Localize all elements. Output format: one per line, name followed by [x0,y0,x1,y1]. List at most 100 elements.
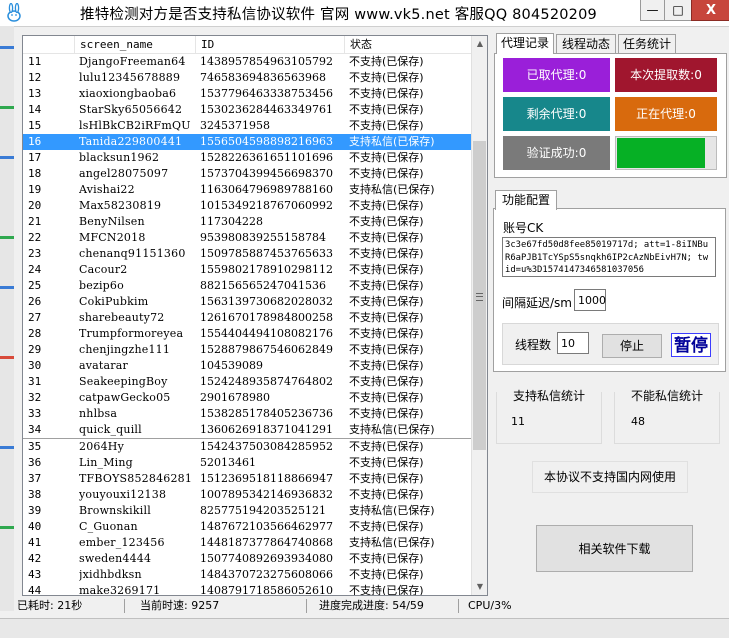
row-id: 1528226361651101696 [200,151,333,164]
table-row[interactable]: 17 blacksun1962 1528226361651101696 不支持(已保存… [23,150,471,166]
row-screen-name: SeakeepingBoy [79,375,168,388]
table-row[interactable]: 42 sweden4444 1507740892693934080 不支持(已保存) [23,551,471,567]
table-row[interactable]: 43 jxidhbdksn 1484370723275608066 不支持(已保存) [23,567,471,583]
table-row[interactable]: 22 MFCN2018 953980839255158784 不支持(已保存) [23,230,471,246]
table-row[interactable]: 24 Cacour2 1559802178910298112 不支持(已保存) [23,262,471,278]
taskbar-edge [0,618,729,638]
results-table[interactable]: screen_name ID 状态 11 DjangoFreeman64 14389… [22,35,488,596]
row-number: 37 [28,472,42,485]
row-number: 22 [28,231,42,244]
support-stat-title: 支持私信统计 [497,387,601,404]
table-row[interactable]: 39 Brownskikill 825775194203525121 支持私信(已保存… [23,503,471,519]
table-row[interactable]: 26 CokiPubkim 1563139730682028032 不支持(已保存) [23,294,471,310]
table-row[interactable]: 40 C_Guonan 1487672103566462977 不支持(已保存) [23,519,471,535]
row-status: 不支持(已保存) [349,327,424,340]
minimize-button[interactable]: — [640,0,665,21]
download-related-software-button[interactable]: 相关软件下载 [536,525,693,572]
nosupport-stat-title: 不能私信统计 [615,387,719,404]
table-row[interactable]: 29 chenjingzhe111 1528879867546062849 不支持(已… [23,342,471,358]
scroll-down-arrow-icon[interactable]: ▼ [472,579,487,595]
table-row[interactable]: 23 chenanq91151360 1509785887453765633 不支持(… [23,246,471,262]
column-header-id[interactable]: ID [195,36,344,53]
table-row[interactable]: 35 2064Hy 1542437503084285952 不支持(已保存) [23,438,471,455]
table-row[interactable]: 36 Lin_Ming 52013461 不支持(已保存) [23,455,471,471]
row-id: 1524248935874764802 [200,375,333,388]
thread-count-input[interactable]: 10 [557,332,589,354]
background-window-strip [0,26,14,611]
table-row[interactable]: 25 bezip6o 882156565247041536 不支持(已保存) [23,278,471,294]
table-row[interactable]: 15 lsHlBkCB2iRFmQU 3245371958 不支持(已保存) [23,118,471,134]
row-status: 不支持(已保存) [349,472,424,485]
row-status: 不支持(已保存) [349,247,424,260]
row-status: 不支持(已保存) [349,119,424,132]
maximize-icon: □ [672,3,684,17]
pause-button[interactable]: 暂停 [671,333,711,357]
row-number: 21 [28,215,42,228]
row-id: 1484370723275608066 [200,568,333,581]
table-row[interactable]: 14 StarSky65056642 1530236284463349761 不支持(… [23,102,471,118]
close-icon: X [705,2,717,18]
row-number: 35 [28,440,42,453]
table-row[interactable]: 32 catpawGecko05 2901678980 不支持(已保存) [23,390,471,406]
row-screen-name: Brownskikill [79,504,151,517]
row-status: 不支持(已保存) [349,215,424,228]
row-status: 不支持(已保存) [349,199,424,212]
row-id: 52013461 [200,456,256,469]
row-screen-name: MFCN2018 [79,231,146,244]
table-row[interactable]: 37 TFBOYS852846281 1512369518118866947 不支持(… [23,471,471,487]
row-status: 不支持(已保存) [349,295,424,308]
table-row[interactable]: 18 angel28075097 1573704399456698370 不支持(已保… [23,166,471,182]
row-screen-name: Trumpformoreyea [79,327,184,340]
row-status: 不支持(已保存) [349,263,424,276]
table-row[interactable]: 30 avatarar 104539089 不支持(已保存) [23,358,471,374]
tab-function-config[interactable]: 功能配置 [495,190,557,210]
table-row[interactable]: 33 nhlbsa 1538285178405236736 不支持(已保存) [23,406,471,422]
row-screen-name: blacksun1962 [79,151,160,164]
cookie-input[interactable]: 3c3e67fd50d8fee85019717d; att=1-8iINBuR6… [502,237,716,277]
row-id: 1559802178910298112 [200,263,333,276]
row-id: 1007895342146936832 [200,488,333,501]
table-row[interactable]: 41 ember_123456 1448187377864740868 支持私信(已保… [23,535,471,551]
table-row[interactable]: 38 youyouxi12138 1007895342146936832 不支持(已保… [23,487,471,503]
table-row[interactable]: 19 Avishai22 1163064796989788160 支持私信(已保存) [23,182,471,198]
column-header-status[interactable]: 状态 [344,36,472,53]
table-row[interactable]: 31 SeakeepingBoy 1524248935874764802 不支持(已保… [23,374,471,390]
row-number: 33 [28,407,42,420]
scroll-thumb[interactable] [473,141,486,450]
nosupport-stat-box: 不能私信统计 48 [614,387,720,444]
row-status: 不支持(已保存) [349,568,424,581]
table-row[interactable]: 13 xiaoxiongbaoba6 1537796463338753456 不支持(… [23,86,471,102]
table-row[interactable]: 21 BenyNilsen 117304228 不支持(已保存) [23,214,471,230]
row-id: 1556504598898216963 [200,135,333,148]
table-row[interactable]: 44 make3269171 1408791718586052610 不支持(已保存) [23,583,471,595]
function-config-panel: 账号CK 3c3e67fd50d8fee85019717d; att=1-8iI… [493,208,726,372]
table-row[interactable]: 11 DjangoFreeman64 1438957854963105792 不支持(… [23,54,471,70]
column-header-no[interactable] [23,36,73,53]
row-status: 不支持(已保存) [349,311,424,324]
grip-icon [476,293,483,301]
proxy-record-panel: 已取代理:0 本次提取数:0 剩余代理:0 正在代理:0 验证成功:0 [494,53,727,178]
interval-input[interactable]: 1000 [574,289,606,311]
row-screen-name: Max58230819 [79,199,162,212]
title-bar: 推特检测对方是否支持私信协议软件 官网 www.vk5.net 客服QQ 804… [0,0,729,27]
row-status: 支持私信(已保存) [349,183,435,196]
table-scrollbar[interactable]: ▲ ▼ [471,36,487,595]
close-button[interactable]: X [691,0,729,21]
stop-button[interactable]: 停止 [602,334,662,358]
table-row[interactable]: 16 Tanida229800441 1556504598898216963 支持私信… [23,134,471,150]
table-row[interactable]: 28 Trumpformoreyea 1554404494108082176 不支持(… [23,326,471,342]
row-status: 不支持(已保存) [349,279,424,292]
tab-proxy-record[interactable]: 代理记录 [496,33,554,54]
scroll-up-arrow-icon[interactable]: ▲ [472,36,487,52]
tab-thread-activity[interactable]: 线程动态 [556,34,616,53]
maximize-button[interactable]: □ [664,0,692,21]
table-row[interactable]: 34 quick_quill 1360626918371041291 支持私信(已保存… [23,422,471,438]
tab-task-stats[interactable]: 任务统计 [618,34,676,53]
row-number: 20 [28,199,42,212]
column-header-screen-name[interactable]: screen_name [74,36,196,53]
table-row[interactable]: 12 lulu12345678889 746583694836563968 不支持(已… [23,70,471,86]
table-row[interactable]: 20 Max58230819 1015349218767060992 不支持(已保存) [23,198,471,214]
support-stat-box: 支持私信统计 11 [496,387,602,444]
row-status: 不支持(已保存) [349,520,424,533]
table-row[interactable]: 27 sharebeauty72 1261670178984800258 不支持(已保… [23,310,471,326]
